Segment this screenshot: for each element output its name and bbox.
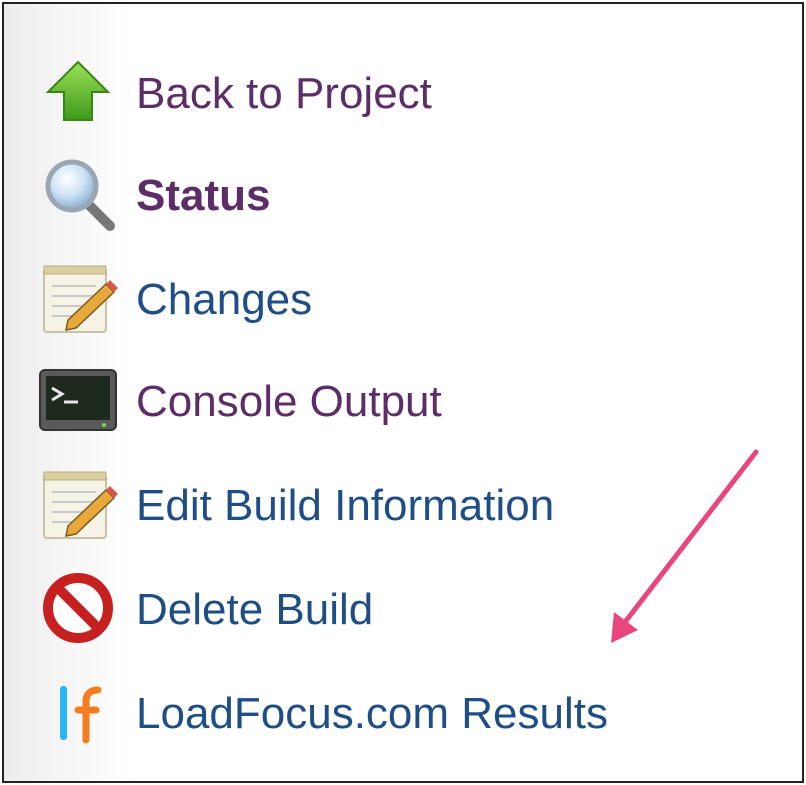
task-changes[interactable]: Changes [4, 248, 802, 352]
task-loadfocus-results[interactable]: LoadFocus.com Results [4, 662, 802, 766]
build-sidebar: Back to Project Status Changes Console O… [2, 2, 804, 783]
loadfocus-logo-icon [38, 672, 118, 752]
task-status[interactable]: Status [4, 144, 802, 248]
task-delete-build[interactable]: Delete Build [4, 558, 802, 662]
green-up-arrow-icon [38, 52, 118, 132]
task-label: Back to Project [136, 69, 432, 118]
task-label: Edit Build Information [136, 481, 555, 530]
notepad-pencil-icon [38, 464, 118, 544]
task-label: Status [136, 171, 271, 220]
task-label: Console Output [136, 377, 442, 426]
task-label: LoadFocus.com Results [136, 689, 608, 738]
terminal-icon [38, 360, 118, 440]
task-back-to-project[interactable]: Back to Project [4, 42, 802, 146]
task-console-output[interactable]: Console Output [4, 350, 802, 454]
no-entry-icon [38, 568, 118, 648]
task-label: Changes [136, 275, 313, 324]
task-label: Delete Build [136, 585, 374, 634]
magnifier-icon [38, 154, 118, 234]
notepad-pencil-icon [38, 258, 118, 338]
task-edit-build-information[interactable]: Edit Build Information [4, 454, 802, 558]
